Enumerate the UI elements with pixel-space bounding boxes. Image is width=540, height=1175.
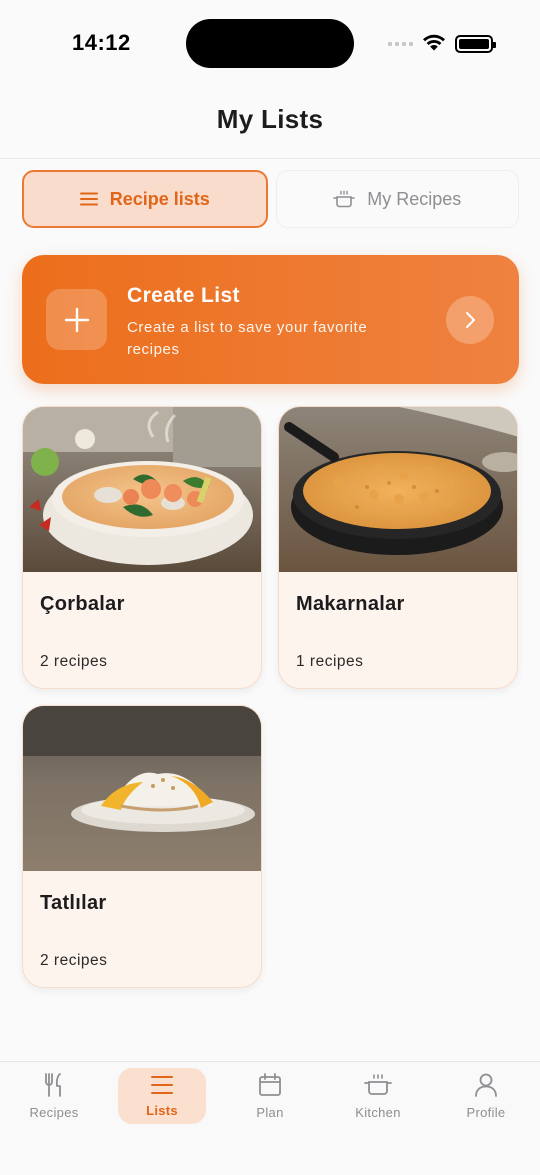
create-list-button[interactable]: Create List Create a list to save your f… xyxy=(22,255,519,384)
nav-profile[interactable]: Profile xyxy=(442,1068,530,1124)
tab-label: Recipe lists xyxy=(109,188,210,209)
create-list-title: Create List xyxy=(127,284,240,307)
recipe-count: 1 recipes xyxy=(296,653,364,670)
list-name: Tatlılar xyxy=(40,892,107,914)
person-icon xyxy=(473,1072,499,1101)
list-icon xyxy=(79,192,98,206)
list-card-tatlilar[interactable]: Tatlılar 2 recipes xyxy=(22,705,262,988)
chevron-right-icon xyxy=(446,296,494,344)
create-list-subtitle: Create a list to save your favorite reci… xyxy=(127,319,368,358)
nav-label: Recipes xyxy=(29,1105,79,1120)
nav-kitchen[interactable]: Kitchen xyxy=(334,1068,422,1124)
list-icon xyxy=(149,1074,175,1099)
header-divider xyxy=(0,158,540,159)
list-card-corbalar[interactable]: Çorbalar 2 recipes xyxy=(22,406,262,689)
calendar-icon xyxy=(257,1072,283,1101)
tab-recipe-lists[interactable]: Recipe lists xyxy=(22,170,268,228)
fork-knife-icon xyxy=(41,1072,67,1101)
list-name: Makarnalar xyxy=(296,593,405,615)
status-bar: 14:12 xyxy=(0,0,540,88)
list-name: Çorbalar xyxy=(40,593,125,615)
pot-icon xyxy=(333,190,356,208)
pot-icon xyxy=(364,1072,392,1101)
tab-my-recipes[interactable]: My Recipes xyxy=(275,170,519,228)
recipe-count: 2 recipes xyxy=(40,653,108,670)
page-title: My Lists xyxy=(216,104,324,134)
nav-lists[interactable]: Lists xyxy=(118,1068,206,1124)
dynamic-island xyxy=(186,19,354,68)
plus-icon xyxy=(46,289,107,350)
nav-label: Plan xyxy=(256,1105,284,1120)
wifi-icon xyxy=(422,32,446,57)
shrimp-soup-image xyxy=(23,407,261,572)
nav-recipes[interactable]: Recipes xyxy=(10,1068,98,1124)
list-card-makarnalar[interactable]: Makarnalar 1 recipes xyxy=(278,406,518,689)
bottom-nav: Recipes Lists Plan Kitchen Profile xyxy=(0,1061,540,1175)
signal-icon xyxy=(388,42,413,46)
battery-icon xyxy=(455,35,496,53)
status-time: 14:12 xyxy=(72,30,131,55)
nav-plan[interactable]: Plan xyxy=(226,1068,314,1124)
mango-sticky-rice-image xyxy=(23,706,261,871)
nav-label: Profile xyxy=(466,1105,506,1120)
nav-label: Kitchen xyxy=(355,1105,401,1120)
tab-label: My Recipes xyxy=(367,188,462,209)
segmented-tabs: Recipe lists My Recipes xyxy=(22,170,519,228)
mac-and-cheese-image xyxy=(279,407,517,572)
nav-label: Lists xyxy=(146,1103,178,1118)
recipe-count: 2 recipes xyxy=(40,952,108,969)
